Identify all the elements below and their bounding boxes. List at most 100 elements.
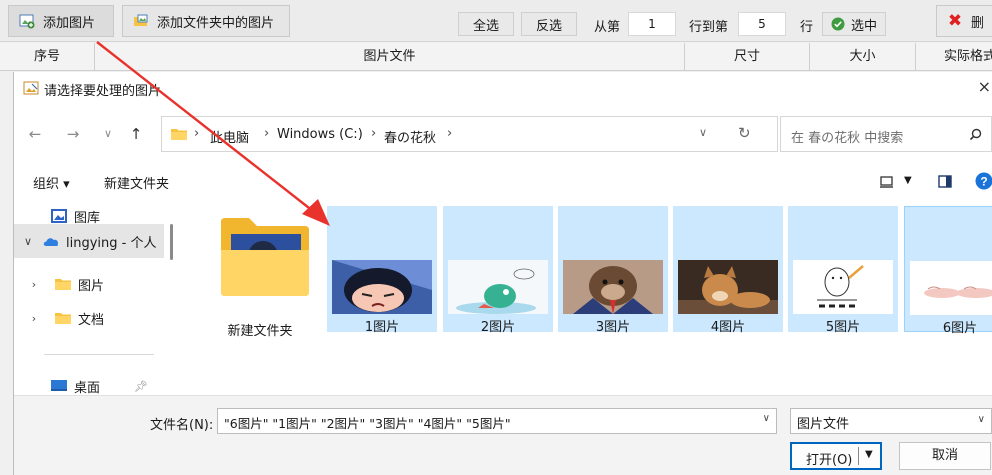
- back-arrow-icon[interactable]: ←: [25, 124, 45, 144]
- to-row-input[interactable]: 5: [738, 12, 786, 36]
- open-button[interactable]: 打开(O) ▼: [790, 442, 882, 470]
- search-icon: [969, 128, 982, 141]
- search-placeholder: 在 春の花秋 中搜索: [791, 131, 904, 146]
- view-mode-icon[interactable]: [880, 176, 893, 188]
- filename-value: "6图片" "1图片" "2图片" "3图片" "4图片" "5图片": [224, 416, 511, 431]
- dialog-image-icon: [23, 81, 39, 95]
- file-open-dialog: 请选择要处理的图片 × ← → ∨ ↑ › 此电脑 › Windows (C:)…: [13, 72, 992, 475]
- breadcrumb-drive[interactable]: Windows (C:): [277, 127, 363, 142]
- expand-chevron-down-icon[interactable]: ∨: [14, 235, 42, 248]
- file-tile-label: 3图片: [595, 320, 631, 335]
- add-folder-images-button[interactable]: 添加文件夹中的图片: [122, 5, 290, 37]
- forward-arrow-icon[interactable]: →: [63, 124, 83, 144]
- navigation-row: ← → ∨ ↑ › 此电脑 › Windows (C:) › 春の花秋 › ∨ …: [14, 114, 992, 154]
- file-tile-label: 6图片: [942, 321, 978, 336]
- select-rows-button[interactable]: 选中: [822, 12, 886, 36]
- invert-selection-button[interactable]: 反选: [521, 12, 577, 36]
- add-image-button[interactable]: 添加图片: [8, 5, 114, 37]
- image-thumbnail: [563, 260, 663, 314]
- cancel-button[interactable]: 取消: [899, 442, 991, 470]
- file-grid: 新建文件夹 1图片 2图片 3图片 4图片 5图片 6图片: [192, 202, 992, 398]
- image-thumbnail: [678, 260, 778, 314]
- file-tile-image-5[interactable]: 5图片: [788, 206, 898, 335]
- filename-label: 文件名(N):: [150, 418, 214, 433]
- column-header-file[interactable]: 图片文件: [95, 43, 685, 71]
- open-split-divider: [858, 447, 859, 465]
- column-header-index[interactable]: 序号: [0, 43, 95, 71]
- delete-button[interactable]: ✖ 删: [936, 5, 992, 37]
- open-options-chevron-icon[interactable]: ▼: [865, 449, 873, 460]
- nav-item-documents[interactable]: › 文档: [14, 304, 164, 332]
- column-header-format[interactable]: 实际格式: [916, 43, 992, 71]
- dialog-titlebar: 请选择要处理的图片 ×: [14, 72, 992, 104]
- new-folder-command[interactable]: 新建文件夹: [104, 173, 169, 192]
- pin-icon[interactable]: 📌︎: [134, 380, 148, 393]
- expand-chevron-right-icon[interactable]: ›: [14, 278, 54, 291]
- command-bar: 组织 ▾ 新建文件夹 ▼ ?: [14, 168, 992, 196]
- row-suffix-label: 行: [800, 20, 814, 35]
- file-tile-label: 2图片: [480, 320, 516, 335]
- file-tile-image-3[interactable]: 3图片: [558, 206, 668, 335]
- nav-item-pictures[interactable]: › 图片: [14, 270, 164, 298]
- add-image-label: 添加图片: [43, 15, 96, 31]
- preview-pane-icon[interactable]: [938, 175, 952, 188]
- file-tile-image-6[interactable]: 6图片: [904, 206, 992, 336]
- refresh-icon[interactable]: ↻: [738, 124, 751, 142]
- column-header-size[interactable]: 大小: [810, 43, 916, 71]
- expand-chevron-right-icon[interactable]: ›: [14, 312, 54, 325]
- check-circle-icon: [831, 17, 845, 31]
- image-thumbnail: [332, 260, 432, 314]
- gallery-icon: [51, 209, 67, 223]
- nav-pane-scrollbar[interactable]: [170, 224, 173, 260]
- cloud-icon: [43, 238, 59, 246]
- organize-menu[interactable]: 组织 ▾: [33, 173, 70, 192]
- dialog-close-button[interactable]: ×: [975, 77, 991, 97]
- address-history-chevron-icon[interactable]: ∨: [699, 126, 707, 139]
- app-toolbar: 添加图片 添加文件夹中的图片 全选 反选 从第 1 行到第 5 行 选中 ✖ 删: [0, 0, 992, 42]
- image-thumbnail: [793, 260, 893, 314]
- breadcrumb-separator-icon: ›: [371, 126, 377, 141]
- filename-history-chevron-icon[interactable]: ∨: [763, 413, 770, 424]
- filetype-value: 图片文件: [797, 417, 850, 432]
- file-tile-image-1[interactable]: 1图片: [327, 206, 437, 335]
- folder-icon: [55, 279, 71, 290]
- breadcrumb-this-pc[interactable]: 此电脑: [210, 127, 249, 146]
- from-row-label: 从第: [594, 20, 621, 35]
- recent-locations-chevron-icon[interactable]: ∨: [98, 124, 118, 144]
- address-bar[interactable]: › 此电脑 › Windows (C:) › 春の花秋 › ∨ ↻: [161, 116, 778, 152]
- dialog-title: 请选择要处理的图片: [44, 84, 162, 99]
- table-header: 序号 图片文件 尺寸 大小 实际格式: [0, 43, 992, 71]
- filetype-select[interactable]: 图片文件 ∨: [790, 408, 992, 434]
- column-header-dimensions[interactable]: 尺寸: [685, 43, 810, 71]
- nav-item-onedrive[interactable]: ∨ lingying - 个人: [14, 224, 164, 258]
- add-image-icon: [19, 14, 35, 29]
- search-box[interactable]: 在 春の花秋 中搜索: [780, 116, 992, 152]
- filename-input[interactable]: "6图片" "1图片" "2图片" "3图片" "4图片" "5图片" ∨: [217, 408, 777, 434]
- navigation-pane: 图库 ∨ lingying - 个人 › 图片 › 文档 桌面 📌︎: [14, 202, 176, 402]
- select-rows-label: 选中: [850, 18, 877, 34]
- file-tile-image-4[interactable]: 4图片: [673, 206, 783, 335]
- select-all-button[interactable]: 全选: [458, 12, 514, 36]
- breadcrumb-separator-icon: ›: [264, 126, 270, 141]
- breadcrumb-separator-icon: ›: [194, 126, 200, 141]
- file-tile-image-2[interactable]: 2图片: [443, 206, 553, 335]
- add-folder-images-label: 添加文件夹中的图片: [157, 15, 275, 31]
- delete-label: 删: [971, 15, 985, 31]
- nav-divider: [44, 354, 154, 355]
- open-button-label: 打开(O): [806, 453, 853, 468]
- nav-item-onedrive-label: lingying - 个人: [66, 235, 157, 251]
- file-tile-label: 4图片: [710, 320, 746, 335]
- to-row-label: 行到第: [689, 20, 729, 35]
- svg-text:?: ?: [980, 175, 987, 189]
- filetype-chevron-icon: ∨: [977, 414, 985, 425]
- file-tile-folder[interactable]: 新建文件夹: [205, 206, 315, 339]
- help-icon[interactable]: ?: [975, 172, 992, 190]
- image-thumbnail: [448, 260, 548, 314]
- view-mode-chevron-icon[interactable]: ▼: [904, 175, 912, 186]
- from-row-input[interactable]: 1: [628, 12, 676, 36]
- file-tile-label: 5图片: [825, 320, 861, 335]
- breadcrumb-current-folder[interactable]: 春の花秋: [384, 127, 436, 146]
- up-arrow-icon[interactable]: ↑: [126, 124, 146, 144]
- nav-item-documents-label: 文档: [78, 312, 105, 328]
- desktop-icon: [51, 380, 67, 391]
